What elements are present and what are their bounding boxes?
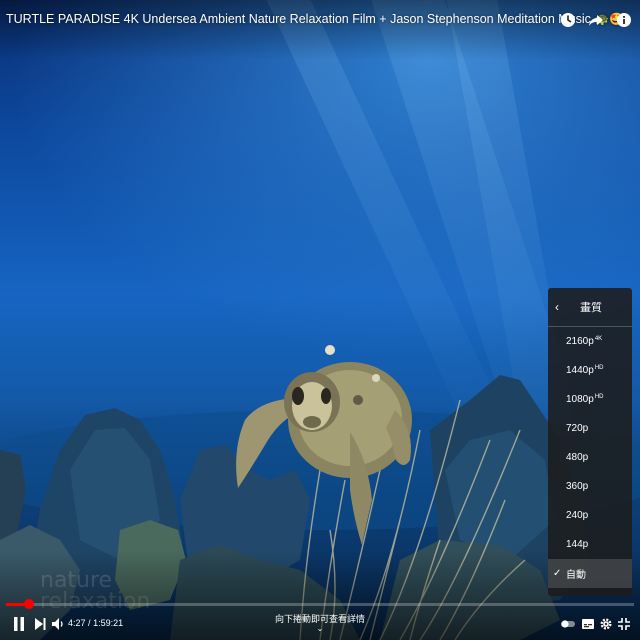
progress-bar[interactable] bbox=[6, 599, 634, 609]
share-icon bbox=[589, 15, 603, 26]
quality-option[interactable]: 1080p HD bbox=[548, 385, 632, 414]
quality-option[interactable]: 480p bbox=[548, 443, 632, 472]
current-time: 4:27 bbox=[68, 618, 86, 628]
quality-option[interactable]: 144p bbox=[548, 530, 632, 559]
gear-icon bbox=[600, 618, 612, 630]
back-chevron-icon[interactable]: ‹ bbox=[548, 300, 566, 314]
settings-button[interactable] bbox=[598, 612, 614, 636]
next-icon bbox=[34, 618, 45, 630]
quality-option-label: 2160p bbox=[566, 336, 594, 347]
quality-option-label: 144p bbox=[566, 539, 589, 550]
next-button[interactable] bbox=[31, 612, 49, 636]
quality-option[interactable]: 1440p HD bbox=[548, 356, 632, 385]
quality-option-label: 自動 bbox=[566, 570, 586, 581]
volume-icon bbox=[52, 618, 63, 630]
time-display: 4:27 / 1:59:21 bbox=[68, 618, 123, 628]
autoplay-toggle[interactable] bbox=[560, 612, 576, 636]
checkmark-icon: ✓ bbox=[553, 568, 562, 579]
duration: 1:59:21 bbox=[93, 618, 124, 628]
subtitles-button[interactable] bbox=[580, 612, 596, 636]
quality-badge: 4K bbox=[594, 335, 603, 342]
subtitles-icon bbox=[582, 619, 594, 629]
quality-option-label: 360p bbox=[566, 481, 589, 492]
quality-menu-header[interactable]: ‹ 畫質 bbox=[548, 288, 632, 327]
quality-option-label: 240p bbox=[566, 510, 589, 521]
toggle-icon bbox=[561, 620, 575, 628]
video-frame[interactable]: nature relaxation TURTLE PARADISE 4K Und… bbox=[0, 0, 640, 640]
top-actions bbox=[558, 10, 634, 30]
watch-later-button[interactable] bbox=[558, 10, 578, 30]
clock-icon bbox=[561, 13, 575, 27]
exit-fullscreen-button[interactable] bbox=[616, 612, 632, 636]
quality-option-label: 480p bbox=[566, 452, 589, 463]
quality-option[interactable]: 720p bbox=[548, 414, 632, 443]
exit-fullscreen-icon bbox=[618, 618, 630, 630]
quality-option-label: 1440p bbox=[566, 365, 594, 376]
volume-button[interactable] bbox=[50, 612, 66, 636]
video-title-text: TURTLE PARADISE 4K Undersea Ambient Natu… bbox=[6, 12, 591, 26]
quality-option[interactable]: 240p bbox=[548, 501, 632, 530]
quality-menu: ‹ 畫質 2160p 4K 1440p HD 1080p HD 720p 480p 360p 24… bbox=[548, 288, 632, 596]
quality-option[interactable]: 360p bbox=[548, 472, 632, 501]
pause-icon bbox=[14, 617, 24, 631]
quality-option-label: 1080p bbox=[566, 394, 594, 405]
quality-badge: HD bbox=[594, 393, 604, 400]
quality-menu-title: 畫質 bbox=[580, 302, 602, 314]
video-title[interactable]: TURTLE PARADISE 4K Undersea Ambient Natu… bbox=[6, 12, 624, 26]
info-icon bbox=[617, 13, 631, 27]
player-controls: 4:27 / 1:59:21 bbox=[0, 612, 640, 636]
quality-option[interactable]: ✓ 自動 bbox=[548, 559, 632, 588]
quality-options: 2160p 4K 1440p HD 1080p HD 720p 480p 360p 240p 144… bbox=[548, 327, 632, 588]
info-button[interactable] bbox=[614, 10, 634, 30]
underwater-scene bbox=[0, 345, 640, 640]
quality-badge: HD bbox=[594, 364, 604, 371]
pause-button[interactable] bbox=[8, 612, 30, 636]
share-button[interactable] bbox=[586, 10, 606, 30]
quality-option-label: 720p bbox=[566, 423, 589, 434]
top-gradient bbox=[0, 0, 640, 60]
quality-option[interactable]: 2160p 4K bbox=[548, 327, 632, 356]
